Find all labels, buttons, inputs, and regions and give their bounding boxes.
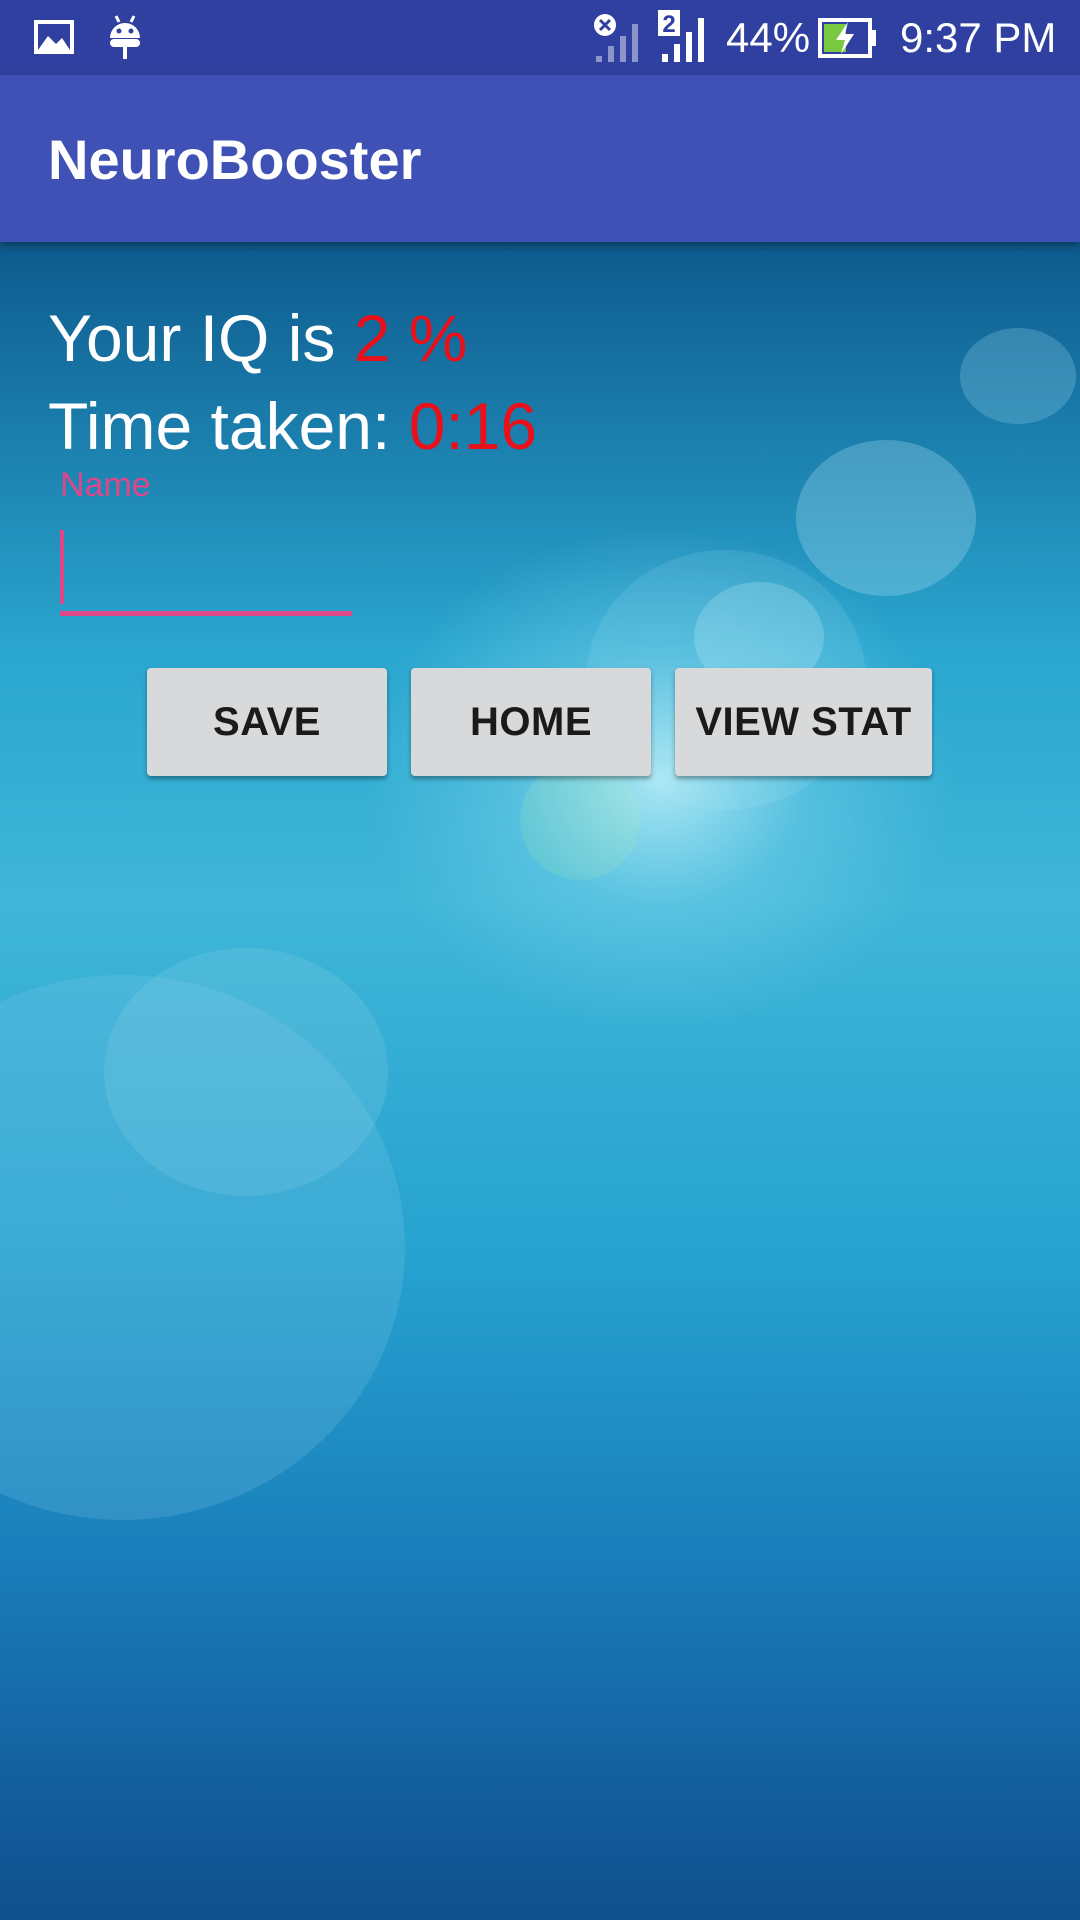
gallery-icon [34,20,74,54]
status-bar: 2 44% 9:37 PM [0,0,1080,75]
name-field-label: Name [60,466,151,504]
time-value: 0:16 [408,389,538,463]
iq-label: Your IQ is [48,301,354,375]
app-title: NeuroBooster [48,128,422,191]
sim2-signal-icon: 2 [658,10,704,62]
clock: 9:37 PM [900,14,1057,61]
bokeh-circle [104,948,388,1196]
app-bar: NeuroBooster [0,75,1080,242]
bokeh-circle [960,328,1076,424]
battery-charging-icon [818,18,876,58]
home-button[interactable]: HOME [411,668,651,776]
view-stat-button[interactable]: VIEW STAT [675,668,932,776]
time-result: Time taken: 0:16 [48,388,537,464]
iq-result: Your IQ is 2 % [48,300,467,376]
name-input[interactable] [60,528,352,616]
save-button[interactable]: SAVE [147,668,387,776]
iq-value: 2 % [353,301,468,375]
bokeh-circle [520,760,640,880]
wallpaper [0,0,1080,1920]
svg-text:2: 2 [662,11,675,38]
battery-percent: 44% [726,14,811,61]
android-icon [110,15,140,59]
bokeh-circle [796,440,976,596]
text-cursor [60,530,64,604]
time-label: Time taken: [48,389,409,463]
sim1-no-signal-icon [594,14,638,62]
